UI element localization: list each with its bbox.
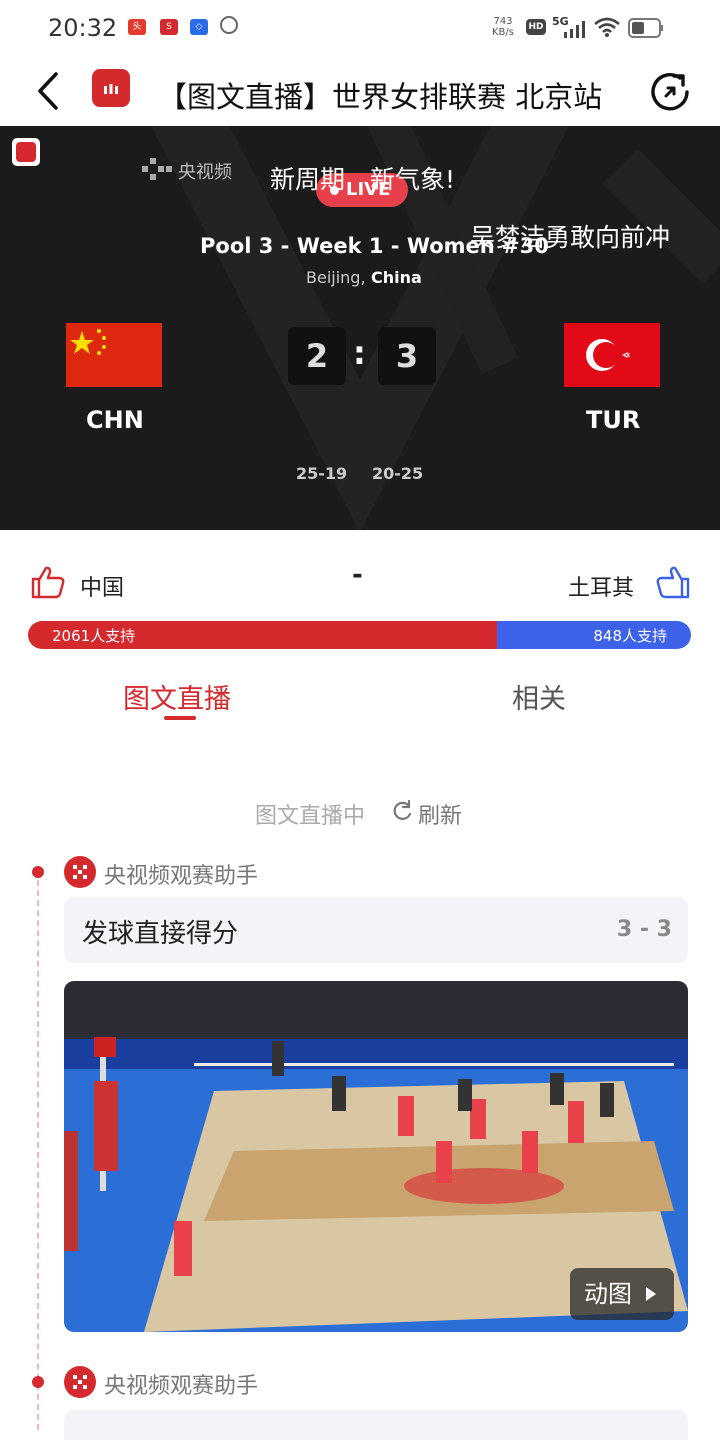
feed-status: 图文直播中	[255, 804, 366, 829]
location-city: Beijing,	[306, 268, 366, 287]
hd-badge: HD	[526, 19, 546, 35]
team-right-code: TUR	[586, 406, 641, 434]
status-bar: 20:32 头 S ◇ 743 KB/s HD 5G	[0, 0, 720, 56]
timeline-line	[37, 870, 39, 1430]
support-team-right: 土耳其	[568, 576, 635, 601]
cctv-sports-app-icon[interactable]	[92, 69, 130, 107]
baidu-app-icon: ◇	[190, 19, 208, 35]
score-right: 3	[378, 327, 436, 385]
share-arrow-icon[interactable]	[650, 70, 692, 112]
event-gif-image[interactable]: 动图	[64, 981, 688, 1332]
support-right-count: 848人支持	[593, 627, 667, 645]
cellular-signal-icon	[564, 21, 585, 38]
video-watermark: 央视频	[178, 162, 232, 183]
china-flag-icon	[66, 323, 162, 387]
team-left-code: CHN	[86, 406, 144, 434]
video-caption-1: 新周期 新气象!	[270, 165, 456, 194]
cctv-assistant-avatar	[64, 1366, 96, 1398]
thumbs-up-left-icon[interactable]	[30, 564, 66, 600]
bars-icon	[104, 84, 118, 94]
live-video-player[interactable]: 央视频 LIVE 新周期 新气象! Pool 3 - Week 1 - Wome…	[0, 126, 720, 530]
browser-app-icon	[220, 16, 238, 34]
thumbs-up-right-icon[interactable]	[655, 564, 691, 600]
event-card-2	[64, 1410, 688, 1440]
score-separator: :	[353, 334, 366, 372]
event-card: 发球直接得分 3 - 3	[64, 897, 688, 963]
yangshipin-logo-icon	[142, 158, 172, 182]
video-caption-2: 吴梦洁勇敢向前冲	[470, 223, 671, 252]
refresh-button[interactable]: 刷新	[418, 798, 462, 830]
set-score-1: 25-19	[296, 464, 348, 483]
set-score-2: 20-25	[372, 464, 424, 483]
timeline-dot	[32, 1376, 44, 1388]
status-time: 20:32	[48, 14, 118, 42]
play-triangle-icon	[646, 1287, 656, 1301]
support-divider: -	[352, 560, 363, 590]
cctv-sports-logo	[12, 138, 40, 166]
feed-source-name: 央视频观赛助手	[104, 864, 259, 889]
support-left-count: 2061人支持	[52, 627, 136, 645]
location-country: China	[371, 268, 422, 287]
page-title: 【图文直播】世界女排联赛 北京站	[158, 80, 603, 114]
active-tab-indicator	[164, 716, 196, 720]
chevron-left-icon[interactable]	[34, 72, 62, 110]
tab-live-text[interactable]: 图文直播	[123, 677, 231, 716]
support-team-left: 中国	[80, 576, 125, 601]
network-speed: 743 KB/s	[492, 16, 514, 38]
toutiao-app-icon: 头	[128, 19, 146, 35]
event-text: 发球直接得分	[82, 919, 239, 949]
gif-badge: 动图	[570, 1268, 674, 1320]
cctv-assistant-avatar	[64, 856, 96, 888]
refresh-icon[interactable]	[391, 800, 413, 822]
turkey-flag-icon	[564, 323, 660, 387]
wifi-icon	[594, 17, 620, 37]
support-ratio-bar: 2061人支持 848人支持	[28, 621, 691, 649]
sports-app-icon: S	[160, 19, 178, 35]
tab-related[interactable]: 相关	[512, 677, 566, 716]
feed-source-name-2: 央视频观赛助手	[104, 1374, 259, 1399]
timeline-dot	[32, 866, 44, 878]
event-score: 3 - 3	[616, 917, 672, 942]
gif-badge-label: 动图	[584, 1280, 632, 1308]
battery-icon	[628, 18, 663, 38]
score-left: 2	[288, 327, 346, 385]
